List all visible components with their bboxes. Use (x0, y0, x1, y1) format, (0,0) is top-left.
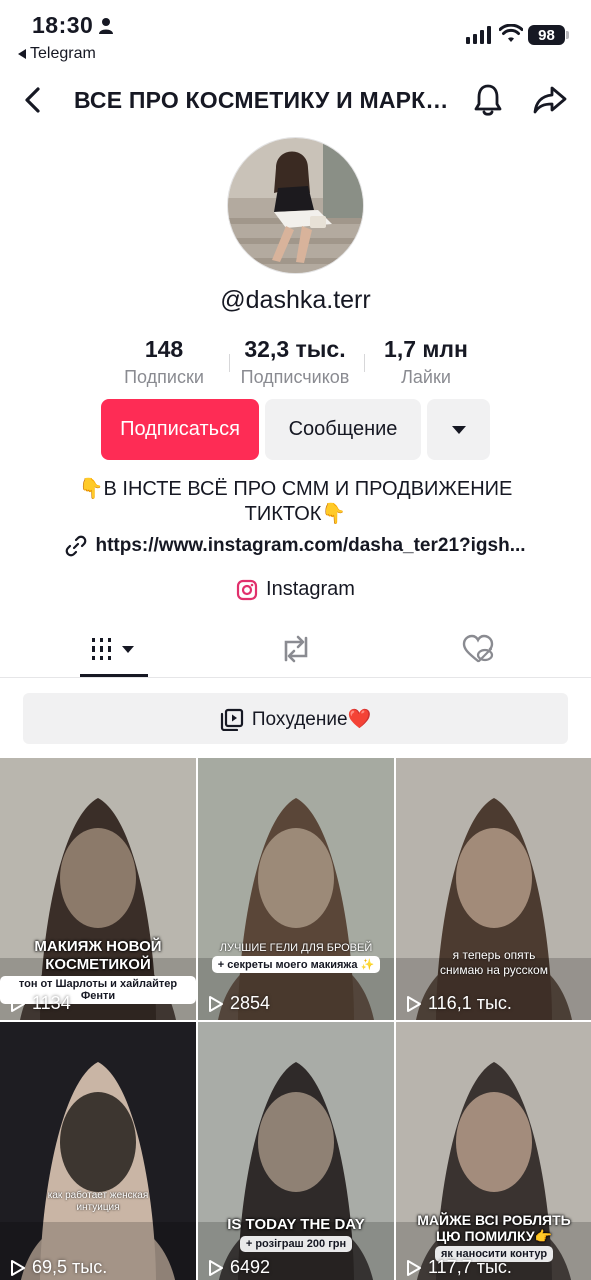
hidden-heart-icon (462, 634, 494, 662)
back-button[interactable] (14, 82, 50, 118)
avatar[interactable] (227, 137, 364, 274)
battery-tip (566, 31, 569, 39)
profile-header: ВСЕ ПРО КОСМЕТИКУ И МАРКЕТИНГ (0, 74, 591, 126)
stat-followers-label: Подписчиков (240, 367, 350, 387)
video-subcaption: + секреты моего макияжа ✨ (211, 956, 381, 973)
playlist-button[interactable]: Похудение❤️ (23, 693, 568, 744)
stat-divider (364, 354, 365, 372)
bio-link[interactable]: https://www.instagram.com/dasha_ter21?ig… (0, 535, 591, 557)
play-icon (11, 995, 25, 1012)
tab-reposts[interactable] (262, 620, 330, 677)
video-thumbnail[interactable]: ЛУЧШИЕ ГЕЛИ ДЛЯ БРОВЕЙ + секреты моего м… (198, 758, 394, 1020)
play-icon (209, 995, 223, 1012)
caret-down-icon (451, 425, 466, 434)
cellular-signal-icon (466, 26, 491, 44)
video-thumbnail-image (0, 1022, 196, 1280)
link-icon (66, 535, 87, 557)
playlist-icon (220, 708, 243, 731)
stat-followers-value: 32,3 тыс. (244, 336, 346, 362)
video-views: 116,1 тыс. (406, 993, 512, 1014)
play-icon (407, 995, 421, 1012)
video-views: 6492 (208, 1257, 270, 1278)
video-views-count: 2854 (230, 993, 271, 1013)
page-title: ВСЕ ПРО КОСМЕТИКУ И МАРКЕТИНГ (74, 87, 459, 113)
repost-icon (284, 635, 308, 662)
video-views-count: 6492 (230, 1257, 271, 1277)
video-caption-text: ЛУЧШИЕ ГЕЛИ ДЛЯ БРОВЕЙ (219, 942, 373, 954)
subscribe-button[interactable]: Подписаться (101, 399, 259, 460)
status-bar: 18:30 Telegram 98 (0, 0, 591, 70)
play-icon (11, 1259, 25, 1276)
video-views-count: 117,7 тыс. (428, 1257, 512, 1277)
video-thumbnail[interactable]: МАЙЖЕ ВСІ РОБЛЯТЬ ЦЮ ПОМИЛКУ👉 як наносит… (396, 1022, 591, 1280)
video-caption: как работает женская интуиция (0, 1190, 196, 1214)
stat-likes-label: Лайки (401, 367, 451, 387)
wifi-icon (499, 24, 523, 42)
more-options-button[interactable] (427, 399, 490, 460)
bell-icon (474, 84, 502, 116)
active-tab-indicator (80, 674, 148, 677)
video-thumbnail[interactable]: я теперь опять снимаю на русском 116,1 т… (396, 758, 591, 1020)
share-button[interactable] (530, 80, 570, 120)
notification-bell-button[interactable] (468, 80, 508, 120)
playlist-label: Похудение❤️ (251, 708, 372, 730)
video-views: 1134 (10, 993, 71, 1014)
video-caption: ЛУЧШИЕ ГЕЛИ ДЛЯ БРОВЕЙ + секреты моего м… (198, 942, 394, 973)
instagram-icon (236, 579, 258, 600)
video-thumbnail-image (198, 758, 394, 1020)
video-caption: IS TODAY THE DAY + розіграш 200 грн (198, 1216, 394, 1252)
stat-following-label: Подписки (124, 367, 204, 387)
play-icon (407, 1259, 421, 1276)
video-views: 117,7 тыс. (406, 1257, 512, 1278)
video-thumbnail[interactable]: МАКИЯЖ НОВОЙ КОСМЕТИКОЙ тон от Шарлоты и… (0, 758, 196, 1020)
status-time: 18:30 (32, 12, 94, 38)
back-app-label: Telegram (30, 45, 96, 62)
chevron-left-icon (25, 87, 40, 113)
video-caption-text: я теперь опять снимаю на русском (440, 948, 548, 977)
videos-grid-icon (92, 637, 134, 660)
video-views-count: 116,1 тыс. (428, 993, 512, 1013)
play-icon (209, 1259, 223, 1276)
back-to-telegram[interactable]: Telegram (18, 45, 96, 63)
video-caption-text: МАЙЖЕ ВСІ РОБЛЯТЬ ЦЮ ПОМИЛКУ👉 (417, 1212, 571, 1244)
profile-stats: 148 Подписки 32,3 тыс. Подписчиков 1,7 м… (0, 336, 591, 392)
video-thumbnail[interactable]: IS TODAY THE DAY + розіграш 200 грн 6492 (198, 1022, 394, 1280)
video-caption: я теперь опять снимаю на русском (396, 948, 591, 978)
stat-divider (229, 354, 230, 372)
profile-bio: 👇В ІНСТЕ ВСЁ ПРО СММ И ПРОДВИЖЕНИЕ ТИКТО… (78, 478, 513, 525)
avatar-photo (228, 138, 363, 273)
message-button[interactable]: Сообщение (265, 399, 421, 460)
video-subcaption: + розіграш 200 грн (239, 1236, 353, 1252)
instagram-link[interactable]: Instagram (0, 578, 591, 601)
profile-tabs (0, 620, 591, 678)
stat-following-value: 148 (144, 336, 184, 362)
stat-likes[interactable]: 1,7 млн Лайки (370, 336, 482, 388)
share-arrow-icon (533, 86, 567, 114)
video-caption-text: как работает женская интуиция (47, 1190, 149, 1213)
stat-followers[interactable]: 32,3 тыс. Подписчиков (232, 336, 358, 388)
video-views: 2854 (208, 993, 270, 1014)
instagram-label: Instagram (266, 578, 355, 600)
battery-indicator: 98 (528, 25, 565, 45)
tab-liked[interactable] (444, 620, 512, 677)
bio-link-text: https://www.instagram.com/dasha_ter21?ig… (95, 535, 526, 556)
stat-following[interactable]: 148 Подписки (109, 336, 219, 388)
username: @dashka.terr (220, 286, 371, 314)
video-caption: МАЙЖЕ ВСІ РОБЛЯТЬ ЦЮ ПОМИЛКУ👉 як наносит… (396, 1212, 591, 1262)
video-views-count: 1134 (32, 993, 71, 1013)
tab-videos[interactable] (80, 620, 148, 677)
video-thumbnail[interactable]: как работает женская интуиция 69,5 тыс. (0, 1022, 196, 1280)
video-views: 69,5 тыс. (10, 1257, 107, 1278)
video-caption-text: IS TODAY THE DAY (227, 1216, 365, 1233)
person-icon (99, 18, 113, 34)
video-views-count: 69,5 тыс. (32, 1257, 108, 1277)
video-thumbnail-image (396, 758, 591, 1020)
video-caption-text: МАКИЯЖ НОВОЙ КОСМЕТИКОЙ (34, 938, 162, 973)
stat-likes-value: 1,7 млн (384, 336, 468, 362)
back-triangle-icon (18, 49, 26, 59)
